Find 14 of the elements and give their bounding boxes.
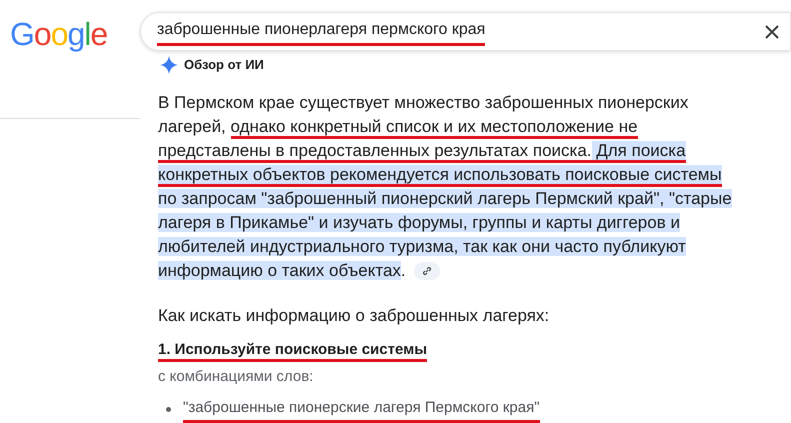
search-suggestion-link[interactable]: "заброшенные пионерские лагеря Пермского края" bbox=[183, 396, 540, 423]
section-heading: Как искать информацию о заброшенных лагерях: bbox=[158, 304, 550, 326]
overview-paragraph: В Пермском крае существует множество заброшенных пионерских лагерей, однако конкретный список и их местоположение не представлены в предоставленных результатах поиска. Для поиска конкретных объектов рекомендуется использовать поисковые системы по запросам "заброшенный пионерский лагерь Пермский край", "старые лагеря в Прикамье" и изучать форумы, группы и карты диггеров и любителей индустриального туризма, так как они часто публикуют информацию о таких объектах. bbox=[158, 92, 733, 282]
link-chip[interactable] bbox=[414, 262, 440, 280]
step-title: 1. Используйте поисковые системы bbox=[158, 341, 428, 362]
ai-overview-title: Обзор от ИИ bbox=[184, 56, 264, 74]
bullet-icon bbox=[166, 407, 171, 412]
search-field[interactable]: заброшенные пионерлагеря пермского края bbox=[140, 12, 791, 51]
search-query: заброшенные пионерлагеря пермского края bbox=[157, 18, 486, 46]
link-icon bbox=[422, 266, 432, 276]
step-note: с комбинациями слов: bbox=[158, 367, 314, 387]
google-logo[interactable]: Google bbox=[10, 18, 140, 50]
sparkle-icon bbox=[160, 56, 178, 74]
close-icon[interactable] bbox=[764, 24, 780, 40]
